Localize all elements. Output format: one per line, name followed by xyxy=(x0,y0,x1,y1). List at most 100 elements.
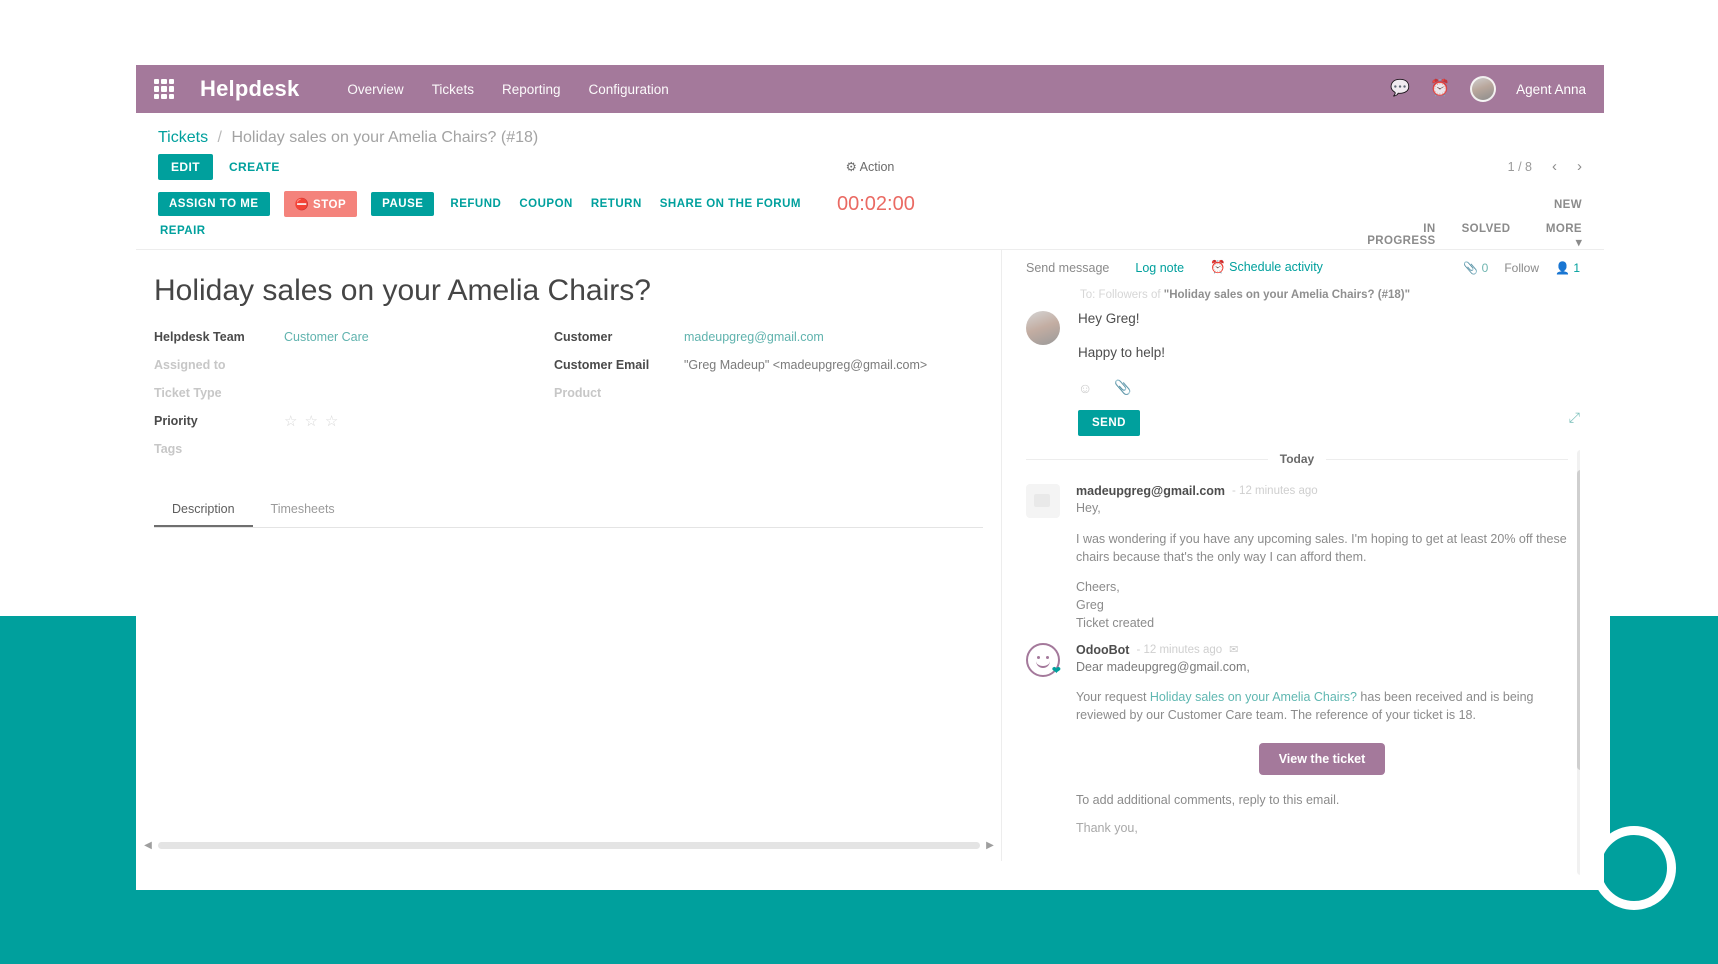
refund-button[interactable]: REFUND xyxy=(448,192,503,216)
coupon-button[interactable]: COUPON xyxy=(517,192,574,216)
horizontal-scrollbar[interactable]: ◀ ▶ xyxy=(136,837,1002,853)
message-body-odoobot: Your request Holiday sales on your Ameli… xyxy=(1076,689,1568,725)
pause-button[interactable]: PAUSE xyxy=(371,192,435,216)
send-message-button[interactable]: Send message xyxy=(1026,261,1109,275)
background-panel-bottom xyxy=(0,890,1718,964)
odoobot-smiley-icon: ❤ xyxy=(1026,642,1061,677)
star-icon-3[interactable]: ☆ xyxy=(325,414,338,429)
message-author[interactable]: OdooBot xyxy=(1076,643,1129,657)
breadcrumb-root[interactable]: Tickets xyxy=(158,129,208,146)
followers-count: 1 xyxy=(1573,260,1580,275)
status-more-label: MORE xyxy=(1545,223,1582,235)
grid-apps-icon[interactable] xyxy=(154,79,174,99)
record-pager: 1 / 8 ‹ › xyxy=(1508,158,1582,175)
menu-item-overview[interactable]: Overview xyxy=(347,82,403,97)
edit-button[interactable]: EDIT xyxy=(158,153,213,180)
repair-button[interactable]: REPAIR xyxy=(158,219,208,243)
chatter-toolbar: Send message Log note ⏰ Schedule activit… xyxy=(1026,250,1580,283)
field-tags: Tags xyxy=(154,440,554,458)
app-brand[interactable]: Helpdesk xyxy=(200,76,299,102)
status-in-progress[interactable]: IN PROGRESS xyxy=(1352,223,1436,249)
message-author[interactable]: madeupgreg@gmail.com xyxy=(1076,484,1225,498)
form-fields: Helpdesk Team Customer Care Assigned to … xyxy=(154,328,983,458)
stop-button-label: STOP xyxy=(313,199,347,211)
schedule-activity-button[interactable]: ⏰ Schedule activity xyxy=(1210,260,1323,275)
stop-button[interactable]: ⛔ STOP xyxy=(283,191,358,217)
status-new[interactable]: NEW xyxy=(1554,199,1582,211)
user-name[interactable]: Agent Anna xyxy=(1516,82,1586,97)
field-label-customer-email: Customer Email xyxy=(554,358,650,372)
field-customer-email: Customer Email "Greg Madeup" <madeupgreg… xyxy=(554,356,983,374)
followers-button[interactable]: 👤 1 xyxy=(1555,261,1580,275)
message-item-odoobot: ❤ OdooBot - 12 minutes ago ✉ Dear madeup… xyxy=(1026,642,1568,835)
smiley-icon[interactable]: ☺ xyxy=(1078,380,1092,396)
form-sheet-pane: Holiday sales on your Amelia Chairs? Hel… xyxy=(136,250,1002,861)
tab-panel-description xyxy=(154,528,983,590)
star-icon-2[interactable]: ☆ xyxy=(304,414,317,429)
scroll-right-icon[interactable]: ▶ xyxy=(984,840,996,851)
share-on-forum-button[interactable]: SHARE ON THE FORUM xyxy=(658,192,803,216)
message-item-customer: madeupgreg@gmail.com - 12 minutes ago He… xyxy=(1026,484,1568,633)
menu-item-tickets[interactable]: Tickets xyxy=(432,82,474,97)
log-note-button[interactable]: Log note xyxy=(1135,261,1184,275)
form-column-left: Helpdesk Team Customer Care Assigned to … xyxy=(154,328,554,458)
field-value-customer[interactable]: madeupgreg@gmail.com xyxy=(684,330,824,344)
attachments-button[interactable]: 📎 0 xyxy=(1463,261,1488,275)
message-thread: Today madeupgreg@gmail.com - 12 minutes … xyxy=(1026,450,1580,875)
field-label-priority: Priority xyxy=(154,414,198,428)
action-menu-label: Action xyxy=(859,160,895,174)
message-avatar-odoobot: ❤ xyxy=(1026,642,1061,677)
return-button[interactable]: RETURN xyxy=(589,192,644,216)
page-title: Holiday sales on your Amelia Chairs? xyxy=(154,274,651,307)
ticket-timer: 00:02:00 xyxy=(837,192,915,215)
composer-to-audience: Followers of xyxy=(1098,289,1161,301)
message-timestamp: - 12 minutes ago xyxy=(1232,485,1318,497)
message-body-link[interactable]: Holiday sales on your Amelia Chairs? xyxy=(1150,690,1357,704)
thread-scrollbar[interactable]: ▲ ▼ xyxy=(1577,450,1580,875)
app-topbar: Helpdesk Overview Tickets Reporting Conf… xyxy=(136,65,1604,113)
field-helpdesk-team: Helpdesk Team Customer Care xyxy=(154,328,554,346)
tab-timesheets[interactable]: Timesheets xyxy=(253,494,353,527)
user-icon: 👤 xyxy=(1555,260,1570,275)
tab-description[interactable]: Description xyxy=(154,494,253,527)
field-value-helpdesk-team[interactable]: Customer Care xyxy=(284,330,369,344)
field-value-customer-email[interactable]: "Greg Madeup" <madeupgreg@gmail.com> xyxy=(684,358,927,372)
assign-to-me-button[interactable]: ASSIGN TO ME xyxy=(158,192,270,216)
attachment-count: 0 xyxy=(1481,260,1489,275)
menu-item-configuration[interactable]: Configuration xyxy=(589,82,669,97)
action-menu-button[interactable]: ⚙ Action xyxy=(846,159,895,174)
chevron-left-icon[interactable]: ‹ xyxy=(1552,158,1557,175)
field-label-customer: Customer xyxy=(554,330,613,344)
composer-input[interactable]: Hey Greg! Happy to help! ☺ 📎 xyxy=(1078,311,1580,396)
expand-arrows-icon[interactable]: ⤢ xyxy=(1569,409,1580,426)
stop-circle-icon: ⛔ xyxy=(294,199,310,211)
horizontal-scroll-thumb[interactable] xyxy=(158,841,980,849)
action-status-row: ASSIGN TO ME ⛔ STOP PAUSE REFUND COUPON … xyxy=(136,185,1604,250)
view-the-ticket-button[interactable]: View the ticket xyxy=(1258,742,1386,775)
send-button[interactable]: SEND xyxy=(1078,410,1140,436)
status-solved[interactable]: SOLVED xyxy=(1462,223,1511,249)
menu-item-reporting[interactable]: Reporting xyxy=(502,82,561,97)
chat-bubbles-icon[interactable]: 💬 xyxy=(1390,81,1410,97)
schedule-activity-label: Schedule activity xyxy=(1229,260,1323,274)
scroll-left-icon[interactable]: ◀ xyxy=(142,840,154,851)
composer-recipients: To: Followers of "Holiday sales on your … xyxy=(1026,289,1580,301)
message-header-odoobot: OdooBot - 12 minutes ago ✉ xyxy=(1076,643,1568,657)
star-icon-1[interactable]: ☆ xyxy=(284,414,297,429)
follow-button[interactable]: Follow xyxy=(1504,261,1539,275)
avatar[interactable] xyxy=(1470,76,1497,102)
clock-icon[interactable]: ⏰ xyxy=(1430,81,1450,97)
day-divider-label: Today xyxy=(1267,452,1327,466)
thread-scroll-thumb[interactable] xyxy=(1577,470,1580,770)
chevron-right-icon[interactable]: › xyxy=(1577,158,1582,175)
field-label-product: Product xyxy=(554,386,602,400)
priority-stars[interactable]: ☆ ☆ ☆ xyxy=(284,414,338,429)
email-placeholder-icon xyxy=(1026,484,1060,518)
paperclip-icon[interactable]: 📎 xyxy=(1114,379,1131,396)
field-label-helpdesk-team: Helpdesk Team xyxy=(154,330,245,344)
field-assigned-to: Assigned to xyxy=(154,356,554,374)
status-more-dropdown[interactable]: MORE ▾ xyxy=(1536,223,1582,249)
create-button[interactable]: CREATE xyxy=(229,160,280,174)
